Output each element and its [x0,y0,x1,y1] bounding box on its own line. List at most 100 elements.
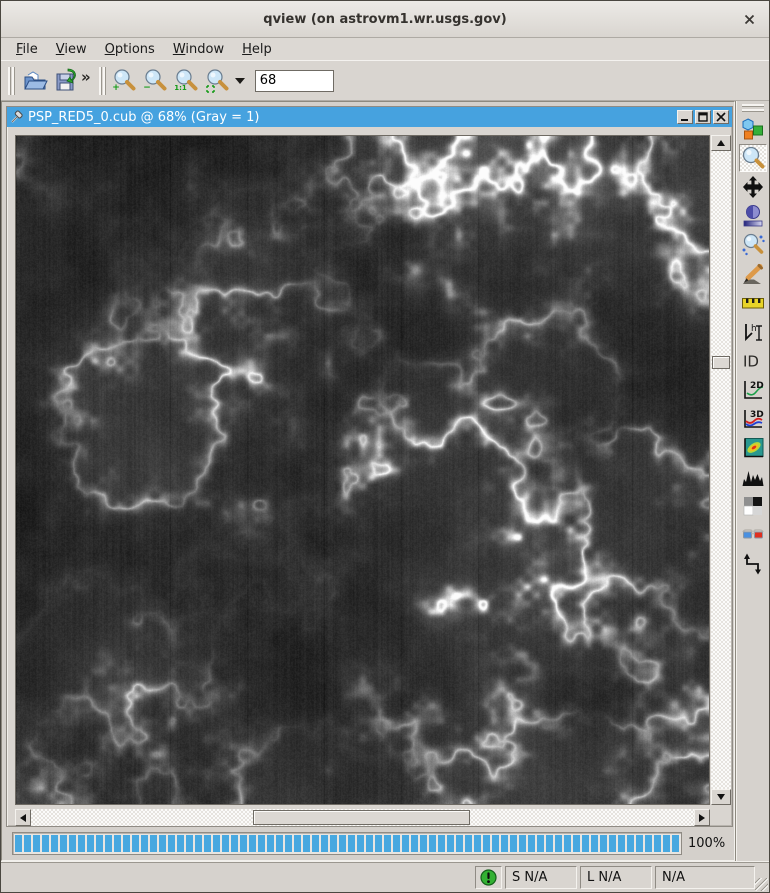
progress-bar [12,832,682,855]
zoom-fit-button[interactable] [203,65,234,97]
zoom-fit-icon [205,68,231,94]
histogram-tool-button[interactable] [739,463,767,491]
pan-arrows-icon [741,175,765,199]
viewport-maximize-button[interactable] [695,110,711,124]
scroll-down-icon [717,794,725,800]
menu-bar: File View Options Window Help [1,38,769,60]
status-pixel-value-panel: N/A [655,866,755,889]
status-ok-icon [480,869,497,886]
status-line-value: L N/A [587,870,621,885]
status-sample-panel: S N/A [505,866,577,889]
svg-text:h: h [751,324,757,334]
open-file-button[interactable] [19,65,50,97]
viewport-close-button[interactable] [713,110,729,124]
band-cubes-icon [741,117,765,141]
vertical-scrollbar[interactable] [711,135,731,805]
scroll-left-button[interactable] [15,809,31,826]
stretch-tool-button[interactable] [739,202,767,230]
measure-tool-button[interactable] [739,289,767,317]
horizontal-scroll-thumb[interactable] [253,810,470,825]
scroll-up-button[interactable] [711,135,731,151]
pan-tool-button[interactable] [739,173,767,201]
main-toolbar: » + − [1,60,769,101]
scatter-plot-tool-button[interactable] [739,434,767,462]
histogram-icon [741,465,765,489]
menu-options[interactable]: Options [96,40,164,59]
viewport-window-icon [10,110,24,124]
cube-image-frame [15,135,710,805]
window-title: qview (on astrovm1.wr.usgs.gov) [263,12,506,27]
id-icon: ID [740,349,766,373]
track-tool-button[interactable] [739,550,767,578]
maximize-icon [698,112,708,122]
zoom-in-icon: + [112,68,138,94]
zoom-actual-size-button[interactable]: 1:1 [172,65,203,97]
status-bar: S N/A L N/A N/A [1,861,769,892]
vertical-scroll-track[interactable] [711,151,731,789]
zoom-level-input[interactable] [255,70,334,92]
find-tool-button[interactable] [739,231,767,259]
zoom-toolbar-drag-handle[interactable] [99,67,106,95]
height-profile-icon: h [741,320,765,344]
scroll-down-button[interactable] [711,789,731,805]
status-pixel-value: N/A [662,870,685,885]
cube-image-canvas[interactable] [16,136,709,804]
mdi-workspace: PSP_RED5_0.cub @ 68% (Gray = 1) [1,101,735,861]
stereo-glasses-icon [741,523,765,547]
scroll-up-icon [717,140,725,146]
stereo-tool-button[interactable] [739,521,767,549]
horizontal-scroll-track[interactable] [31,809,694,826]
toolbar-drag-handle[interactable] [8,67,15,95]
horizontal-scrollbar[interactable] [15,809,710,826]
status-sample-value: S N/A [512,870,547,885]
edit-tool-button[interactable] [739,260,767,288]
zoom-1-1-icon: 1:1 [174,68,200,94]
ruler-icon [741,291,765,315]
status-line-panel: L N/A [580,866,652,889]
advanced-tracking-tool-button[interactable]: ID [739,347,767,375]
checkerboard-icon [741,494,765,518]
menu-view[interactable]: View [47,40,96,59]
zoom-out-button[interactable]: − [141,65,172,97]
vertical-scroll-thumb[interactable] [712,356,730,369]
window-compare-tool-button[interactable] [739,492,767,520]
save-floppy-icon [53,68,79,94]
scroll-left-icon [20,814,26,822]
zoom-tool-icon [741,146,765,170]
band-selection-tool-button[interactable] [739,115,767,143]
svg-text:3D: 3D [750,410,764,420]
pencil-icon [741,262,765,286]
sidebar-drag-handle[interactable] [742,104,764,112]
window-titlebar[interactable]: qview (on astrovm1.wr.usgs.gov) [1,1,769,38]
zoom-fit-dropdown-arrow[interactable] [235,78,245,84]
zoom-in-button[interactable]: + [110,65,141,97]
menu-file[interactable]: File [7,40,47,59]
viewport-titlebar[interactable]: PSP_RED5_0.cub @ 68% (Gray = 1) [7,107,732,127]
sample-line-tool-button[interactable]: h [739,318,767,346]
toolbar-overflow-button[interactable]: » [81,68,95,94]
minimize-icon [680,112,690,122]
plot-2d-tool-button[interactable]: 2D [739,376,767,404]
tool-sidebar: h ID 2D 3D [735,101,769,861]
progress-percent-label: 100% [688,836,725,851]
progress-row: 100% [12,832,725,855]
cube-viewport-window: PSP_RED5_0.cub @ 68% (Gray = 1) [6,106,733,827]
scatter-plot-icon [741,436,765,460]
scroll-right-button[interactable] [694,809,710,826]
viewport-title: PSP_RED5_0.cub @ 68% (Gray = 1) [28,110,259,125]
zoom-tool-button[interactable] [739,144,767,172]
menu-window[interactable]: Window [164,40,233,59]
plot-3d-tool-button[interactable]: 3D [739,405,767,433]
window-resize-grip[interactable] [755,878,768,891]
svg-text:2D: 2D [750,381,764,391]
qview-window: qview (on astrovm1.wr.usgs.gov) File Vie… [0,0,770,893]
main-area: PSP_RED5_0.cub @ 68% (Gray = 1) [1,101,769,861]
svg-text:ID: ID [743,353,759,371]
window-close-button[interactable] [741,11,757,27]
viewport-minimize-button[interactable] [677,110,693,124]
scroll-right-icon [699,814,705,822]
track-path-icon [741,552,765,576]
save-button[interactable] [50,65,81,97]
menu-help[interactable]: Help [233,40,281,59]
plot-3d-icon: 3D [741,407,765,431]
